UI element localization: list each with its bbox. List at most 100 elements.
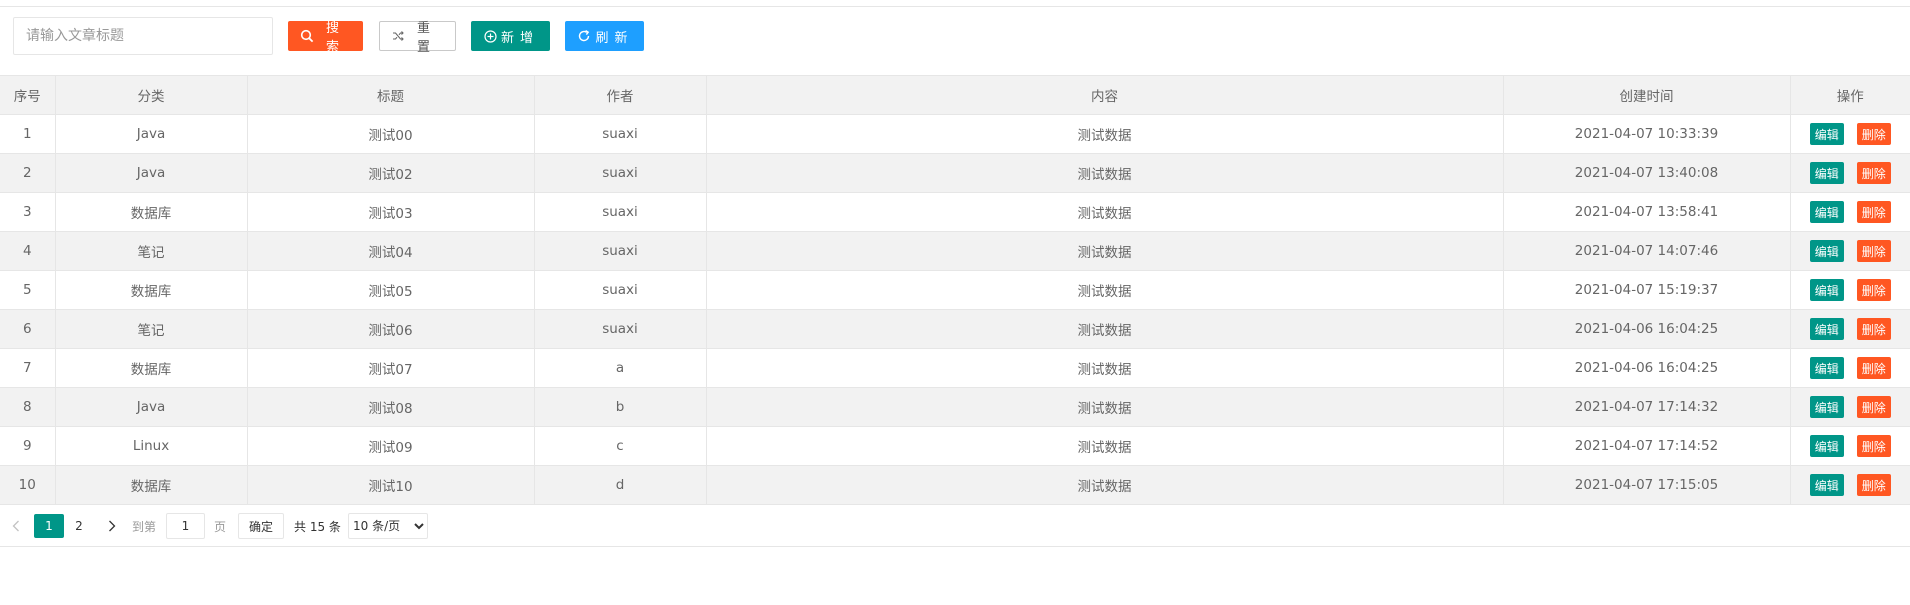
- cell-actions: 编辑 删除: [1790, 270, 1910, 310]
- refresh-icon: [577, 29, 591, 43]
- title-search-input[interactable]: [13, 17, 273, 55]
- cell-title: 测试02: [247, 153, 535, 193]
- cell-category: 笔记: [55, 231, 248, 271]
- page-2-button[interactable]: 2: [64, 514, 94, 538]
- articles-table: 序号 分类 标题 作者 内容 创建时间 操作 1 Java 测试00 suaxi…: [0, 75, 1910, 505]
- cell-title: 测试08: [247, 387, 535, 427]
- delete-button[interactable]: 删除: [1856, 279, 1891, 301]
- cell-actions: 编辑 删除: [1790, 153, 1910, 193]
- cell-index: 9: [0, 426, 56, 466]
- delete-button[interactable]: 删除: [1856, 357, 1891, 379]
- cell-author: suaxi: [534, 114, 707, 154]
- header-created-time[interactable]: 创建时间: [1503, 75, 1791, 115]
- cell-actions: 编辑 删除: [1790, 231, 1910, 271]
- cell-created-time: 2021-04-07 17:14:32: [1503, 387, 1791, 427]
- table-row[interactable]: 8 Java 测试08 b 测试数据 2021-04-07 17:14:32 编…: [0, 387, 1910, 427]
- cell-index: 5: [0, 270, 56, 310]
- delete-button[interactable]: 删除: [1856, 474, 1891, 496]
- prev-page-icon[interactable]: [6, 514, 26, 538]
- cell-created-time: 2021-04-07 17:14:52: [1503, 426, 1791, 466]
- delete-button[interactable]: 删除: [1856, 162, 1891, 184]
- cell-created-time: 2021-04-07 15:19:37: [1503, 270, 1791, 310]
- delete-button[interactable]: 删除: [1856, 435, 1891, 457]
- cell-index: 2: [0, 153, 56, 193]
- cell-created-time: 2021-04-07 17:15:05: [1503, 465, 1791, 505]
- edit-button[interactable]: 编辑: [1809, 240, 1844, 262]
- header-category[interactable]: 分类: [55, 75, 248, 115]
- delete-button[interactable]: 删除: [1856, 240, 1891, 262]
- delete-button[interactable]: 删除: [1856, 201, 1891, 223]
- add-button[interactable]: 新增: [471, 21, 550, 51]
- header-author[interactable]: 作者: [534, 75, 707, 115]
- cell-author: b: [534, 387, 707, 427]
- reset-button[interactable]: 重置: [379, 21, 456, 55]
- cell-content: 测试数据: [706, 270, 1504, 310]
- table-row[interactable]: 6 笔记 测试06 suaxi 测试数据 2021-04-06 16:04:25…: [0, 309, 1910, 349]
- table-row[interactable]: 9 Linux 测试09 c 测试数据 2021-04-07 17:14:52 …: [0, 426, 1910, 466]
- delete-button[interactable]: 删除: [1856, 396, 1891, 418]
- edit-button[interactable]: 编辑: [1809, 435, 1844, 457]
- header-title[interactable]: 标题: [247, 75, 535, 115]
- toolbar: 搜索 重置 新增 刷新: [13, 17, 644, 55]
- cell-content: 测试数据: [706, 426, 1504, 466]
- search-button-label: 搜索: [325, 21, 345, 55]
- cell-category: 数据库: [55, 348, 248, 388]
- cell-created-time: 2021-04-06 16:04:25: [1503, 348, 1791, 388]
- table-row[interactable]: 3 数据库 测试03 suaxi 测试数据 2021-04-07 13:58:4…: [0, 192, 1910, 232]
- shuffle-icon: [392, 30, 404, 42]
- cell-title: 测试04: [247, 231, 535, 271]
- edit-button[interactable]: 编辑: [1809, 357, 1844, 379]
- table-row[interactable]: 5 数据库 测试05 suaxi 测试数据 2021-04-07 15:19:3…: [0, 270, 1910, 310]
- cell-actions: 编辑 删除: [1790, 387, 1910, 427]
- table-row[interactable]: 1 Java 测试00 suaxi 测试数据 2021-04-07 10:33:…: [0, 114, 1910, 154]
- header-index[interactable]: 序号: [0, 75, 56, 115]
- goto-page-input[interactable]: [166, 513, 205, 539]
- cell-index: 7: [0, 348, 56, 388]
- table-row[interactable]: 4 笔记 测试04 suaxi 测试数据 2021-04-07 14:07:46…: [0, 231, 1910, 271]
- table-row[interactable]: 2 Java 测试02 suaxi 测试数据 2021-04-07 13:40:…: [0, 153, 1910, 193]
- edit-button[interactable]: 编辑: [1809, 318, 1844, 340]
- search-button[interactable]: 搜索: [288, 21, 363, 55]
- delete-button[interactable]: 删除: [1856, 123, 1891, 145]
- cell-author: suaxi: [534, 270, 707, 310]
- cell-created-time: 2021-04-07 13:40:08: [1503, 153, 1791, 193]
- edit-button[interactable]: 编辑: [1809, 474, 1844, 496]
- page-1-button[interactable]: 1: [34, 514, 64, 538]
- plus-circle-icon: [484, 29, 497, 43]
- edit-button[interactable]: 编辑: [1809, 123, 1844, 145]
- goto-confirm-button[interactable]: 确定: [238, 513, 284, 539]
- cell-content: 测试数据: [706, 348, 1504, 388]
- cell-content: 测试数据: [706, 309, 1504, 349]
- cell-author: d: [534, 465, 707, 505]
- header-content[interactable]: 内容: [706, 75, 1504, 115]
- cell-title: 测试09: [247, 426, 535, 466]
- delete-button[interactable]: 删除: [1856, 318, 1891, 340]
- cell-content: 测试数据: [706, 387, 1504, 427]
- cell-index: 4: [0, 231, 56, 271]
- table-row[interactable]: 10 数据库 测试10 d 测试数据 2021-04-07 17:15:05 编…: [0, 465, 1910, 505]
- cell-category: 数据库: [55, 192, 248, 232]
- next-page-icon[interactable]: [102, 514, 122, 538]
- cell-category: Linux: [55, 426, 248, 466]
- edit-button[interactable]: 编辑: [1809, 279, 1844, 301]
- cell-content: 测试数据: [706, 231, 1504, 271]
- cell-author: c: [534, 426, 707, 466]
- cell-actions: 编辑 删除: [1790, 465, 1910, 505]
- cell-author: suaxi: [534, 192, 707, 232]
- page-size-select[interactable]: 10 条/页: [348, 513, 428, 539]
- edit-button[interactable]: 编辑: [1809, 396, 1844, 418]
- refresh-button[interactable]: 刷新: [565, 21, 644, 51]
- cell-index: 10: [0, 465, 56, 505]
- cell-actions: 编辑 删除: [1790, 348, 1910, 388]
- cell-content: 测试数据: [706, 192, 1504, 232]
- table-row[interactable]: 7 数据库 测试07 a 测试数据 2021-04-06 16:04:25 编辑…: [0, 348, 1910, 388]
- edit-button[interactable]: 编辑: [1809, 162, 1844, 184]
- add-button-label: 新增: [500, 30, 539, 46]
- total-count: 共 15 条: [294, 519, 341, 534]
- edit-button[interactable]: 编辑: [1809, 201, 1844, 223]
- cell-created-time: 2021-04-06 16:04:25: [1503, 309, 1791, 349]
- cell-author: suaxi: [534, 153, 707, 193]
- cell-created-time: 2021-04-07 13:58:41: [1503, 192, 1791, 232]
- cell-author: a: [534, 348, 707, 388]
- table-header-row: 序号 分类 标题 作者 内容 创建时间 操作: [0, 75, 1910, 115]
